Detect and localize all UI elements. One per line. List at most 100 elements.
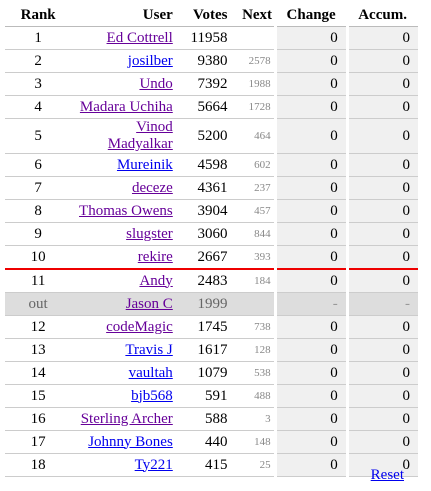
rank-cell: 10 (5, 245, 72, 270)
user-link[interactable]: Travis J (125, 342, 172, 358)
next-cell: 538 (230, 361, 276, 385)
change-cell: - (273, 292, 348, 316)
table-row: 13 Travis J 1617 128 0 0 (5, 338, 418, 362)
user-link[interactable]: Andy (139, 273, 172, 289)
next-cell: 393 (230, 245, 276, 270)
accum-cell: 0 (345, 118, 418, 154)
user-link[interactable]: bjb568 (131, 388, 173, 404)
user-link[interactable]: Sterling Archer (81, 411, 173, 427)
table-row: 7 deceze 4361 237 0 0 (5, 176, 418, 200)
rank-cell: 14 (5, 361, 72, 385)
user-cell: josilber (71, 49, 176, 73)
accum-cell: 0 (345, 26, 418, 50)
next-cell: 184 (230, 269, 276, 293)
user-cell: rekire (71, 245, 176, 270)
change-cell: 0 (273, 245, 348, 270)
user-link[interactable]: Jason C (126, 296, 173, 312)
accum-cell: 0 (345, 361, 418, 385)
user-cell: Thomas Owens (71, 199, 176, 223)
next-cell: 464 (230, 118, 276, 154)
rank-cell: 4 (5, 95, 72, 119)
user-cell: codeMagic (71, 315, 176, 339)
accum-cell: 0 (345, 153, 418, 177)
table-row: 14 vaultah 1079 538 0 0 (5, 361, 418, 385)
rank-cell: 1 (5, 26, 72, 50)
accum-cell: 0 (345, 176, 418, 200)
next-cell: 1728 (230, 95, 276, 119)
change-cell: 0 (273, 222, 348, 246)
votes-cell: 5200 (175, 118, 231, 154)
votes-cell: 1999 (175, 292, 231, 316)
table-row: 15 bjb568 591 488 0 0 (5, 384, 418, 408)
votes-cell: 4361 (175, 176, 231, 200)
rank-cell: 7 (5, 176, 72, 200)
next-cell: 25 (230, 453, 276, 477)
user-link[interactable]: codeMagic (106, 319, 173, 335)
accum-cell: - (345, 292, 418, 316)
votes-cell: 7392 (175, 72, 231, 96)
user-cell: Madara Uchiha (71, 95, 176, 119)
next-cell: 237 (230, 176, 276, 200)
next-cell: 3 (230, 407, 276, 431)
user-cell: bjb568 (71, 384, 176, 408)
header-row: Rank User Votes Next Change Accum. (5, 4, 418, 27)
table-row: 17 Johnny Bones 440 148 0 0 (5, 430, 418, 454)
user-link[interactable]: deceze (132, 180, 173, 196)
user-cell: Mureinik (71, 153, 176, 177)
votes-cell: 3060 (175, 222, 231, 246)
change-cell: 0 (273, 407, 348, 431)
accum-cell: 0 (345, 430, 418, 454)
next-cell: 488 (230, 384, 276, 408)
rank-cell: 3 (5, 72, 72, 96)
rank-cell: 11 (5, 269, 72, 293)
accum-cell: 0 (345, 315, 418, 339)
next-cell: 844 (230, 222, 276, 246)
election-ranking-table: Rank User Votes Next Change Accum. 1 Ed … (5, 4, 418, 477)
rank-cell: out (5, 292, 72, 316)
reset-link[interactable]: Reset (371, 467, 404, 484)
user-link[interactable]: Mureinik (117, 157, 173, 173)
header-accum: Accum. (347, 4, 418, 27)
table-row: 11 Andy 2483 184 0 0 (5, 269, 418, 293)
next-cell: 738 (230, 315, 276, 339)
table-row: 9 slugster 3060 844 0 0 (5, 222, 418, 246)
change-cell: 0 (273, 153, 348, 177)
votes-cell: 11958 (175, 26, 231, 50)
user-link[interactable]: Madara Uchiha (80, 99, 173, 115)
accum-cell: 0 (345, 384, 418, 408)
user-link[interactable]: Undo (139, 76, 172, 92)
change-cell: 0 (273, 72, 348, 96)
accum-cell: 0 (345, 338, 418, 362)
next-cell: 128 (230, 338, 276, 362)
table-row: 5 Vinod Madyalkar 5200 464 0 0 (5, 118, 418, 154)
table-row: 10 rekire 2667 393 0 0 (5, 245, 418, 270)
votes-cell: 3904 (175, 199, 231, 223)
next-cell: 148 (230, 430, 276, 454)
user-link[interactable]: Vinod Madyalkar (108, 119, 173, 152)
header-votes: Votes (175, 4, 231, 27)
user-link[interactable]: slugster (126, 226, 173, 242)
user-link[interactable]: rekire (138, 249, 173, 265)
change-cell: 0 (273, 26, 348, 50)
header-next: Next (230, 4, 276, 27)
user-cell: deceze (71, 176, 176, 200)
table-row: 16 Sterling Archer 588 3 0 0 (5, 407, 418, 431)
user-link[interactable]: Johnny Bones (88, 434, 173, 450)
user-link[interactable]: josilber (128, 53, 173, 69)
next-cell: 2578 (230, 49, 276, 73)
user-link[interactable]: Ed Cottrell (107, 30, 173, 46)
user-cell: Travis J (71, 338, 176, 362)
accum-cell: 0 (345, 95, 418, 119)
user-link[interactable]: vaultah (129, 365, 173, 381)
change-cell: 0 (273, 315, 348, 339)
user-cell: Johnny Bones (71, 430, 176, 454)
change-cell: 0 (273, 361, 348, 385)
user-link[interactable]: Ty221 (135, 457, 173, 473)
user-cell: Sterling Archer (71, 407, 176, 431)
votes-cell: 1079 (175, 361, 231, 385)
user-link[interactable]: Thomas Owens (79, 203, 173, 219)
votes-cell: 415 (175, 453, 231, 477)
accum-cell: 0 (345, 269, 418, 293)
user-cell: slugster (71, 222, 176, 246)
header-change: Change (275, 4, 348, 27)
